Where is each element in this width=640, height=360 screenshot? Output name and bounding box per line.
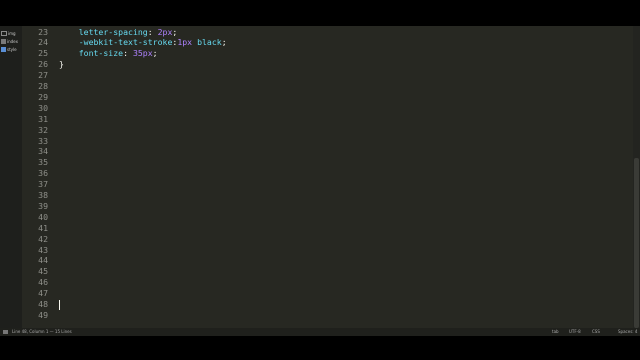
text-cursor: [59, 299, 60, 310]
token-text: ;: [172, 26, 178, 37]
indentation-status[interactable]: Spaces: 4: [618, 329, 637, 334]
encoding-status[interactable]: UTF-8: [569, 329, 581, 334]
line-number: 27: [38, 70, 48, 81]
line-number-gutter: 23 24 25 26 27 28 29 30 31 32 33 34 35 36 37 38 39 40 41 42…: [22, 26, 48, 328]
token-text: :: [123, 48, 133, 59]
status-bar: Line 48, Column 1 — 15 Lines tab UTF-8 C…: [0, 328, 640, 336]
vertical-scrollbar[interactable]: [633, 26, 640, 328]
token-val: 1px: [177, 37, 193, 48]
line-number: 40: [38, 211, 48, 222]
line-number: 24: [38, 37, 48, 48]
cursor-position-status: Line 48, Column 1 — 15 Lines: [12, 329, 72, 334]
code-line[interactable]: font-size: 35px;: [59, 48, 158, 59]
sidebar-item-style[interactable]: style: [1, 45, 17, 53]
editor-window: img index style 23 24 25 26 27 28 29 30 31 32 33 34 35…: [0, 26, 640, 336]
token-val: 2px: [157, 26, 173, 37]
sidebar-item-index[interactable]: index: [1, 37, 18, 45]
scrollbar-thumb[interactable]: [634, 158, 639, 328]
code-line[interactable]: letter-spacing: 2px;: [59, 26, 178, 38]
line-number: 31: [38, 113, 48, 124]
line-number: 43: [38, 244, 48, 255]
file-sidebar: img index style: [0, 26, 23, 328]
line-number: 29: [38, 91, 48, 102]
line-number: 38: [38, 190, 48, 200]
line-number: 26: [38, 59, 48, 70]
panel-toggle-icon[interactable]: [3, 330, 8, 334]
line-number: 41: [38, 222, 48, 233]
css-file-icon: [1, 46, 6, 52]
line-number: 35: [38, 157, 48, 168]
line-number: 48: [38, 299, 48, 309]
token-prop: -webkit-text-stroke: [78, 37, 173, 48]
folder-icon: [1, 30, 7, 36]
code-line[interactable]: -webkit-text-stroke:1px black;: [59, 37, 227, 48]
line-number: 49: [38, 309, 48, 320]
sidebar-item-label: index: [7, 38, 18, 44]
token-text: :: [147, 26, 158, 37]
sidebar-item-label: img: [8, 30, 16, 36]
token-prop: letter-spacing: [78, 26, 148, 37]
line-number: 47: [38, 288, 48, 299]
line-number: 39: [38, 200, 48, 211]
token-text: ;: [221, 37, 227, 48]
line-number: 32: [38, 124, 48, 135]
line-number: 37: [38, 179, 48, 190]
line-number: 34: [38, 146, 48, 157]
html-file-icon: [1, 38, 6, 44]
sidebar-item-img[interactable]: img: [1, 29, 16, 37]
line-number: 36: [38, 168, 48, 179]
line-number: 25: [38, 48, 48, 59]
syntax-status[interactable]: CSS: [592, 329, 600, 334]
line-number: 42: [38, 233, 48, 244]
line-number: 23: [38, 26, 48, 37]
token-text: ;: [152, 48, 158, 59]
line-number: 46: [38, 277, 48, 288]
token-val: 35px: [132, 48, 153, 59]
line-number: 30: [38, 102, 48, 113]
tab-size-status[interactable]: tab: [552, 329, 559, 334]
line-number: 44: [38, 255, 48, 266]
line-number: 28: [38, 81, 48, 91]
line-number: 33: [38, 135, 48, 146]
token-kw: black: [197, 37, 222, 48]
code-editor[interactable]: 23 24 25 26 27 28 29 30 31 32 33 34 35 36 37 38 39 40 41 42…: [22, 26, 633, 328]
code-line[interactable]: }: [59, 59, 64, 70]
token-prop: font-size: [78, 48, 124, 59]
token-text: }: [59, 59, 64, 70]
line-number: 45: [38, 266, 48, 277]
sidebar-item-label: style: [7, 46, 17, 52]
